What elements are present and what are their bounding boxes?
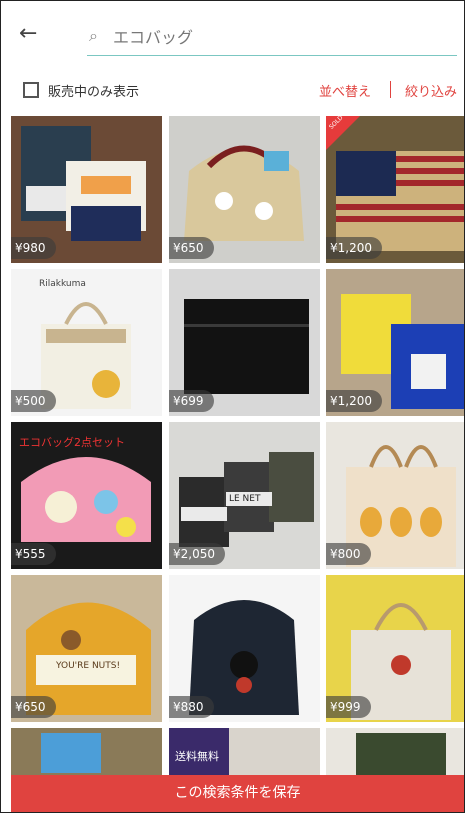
price-label: ¥1,200	[326, 390, 382, 412]
sold-badge: SOLD	[326, 116, 360, 150]
search-icon: ⌕	[89, 26, 98, 45]
search-input[interactable]	[111, 23, 445, 49]
product-tile[interactable]: SOLD ¥1,200	[326, 116, 464, 263]
product-tile[interactable]: ¥1,200	[326, 269, 464, 416]
product-photo-text: YOU'RE NUTS!	[56, 661, 121, 671]
back-arrow-icon[interactable]: ←	[19, 21, 45, 47]
search-bar[interactable]: ⌕	[87, 17, 457, 56]
filter-bar: 販売中のみ表示 並べ替え 絞り込み	[1, 71, 464, 111]
product-tile[interactable]: エコバッグ2点セット ¥555	[11, 422, 162, 569]
product-tile[interactable]: ¥800	[326, 422, 464, 569]
price-label: ¥999	[326, 696, 371, 718]
product-photo	[11, 728, 162, 778]
product-tile[interactable]: YOU'RE NUTS! ¥650	[11, 575, 162, 722]
price-label: ¥1,200	[326, 237, 382, 259]
narrow-filter-button[interactable]: 絞り込み	[405, 81, 457, 100]
price-label: ¥980	[11, 237, 56, 259]
product-tile[interactable]: ¥880	[169, 575, 320, 722]
price-label: ¥555	[11, 543, 56, 565]
product-photo-text: Rilakkuma	[39, 279, 86, 289]
price-label: ¥800	[326, 543, 371, 565]
divider	[390, 81, 391, 98]
product-photo	[326, 728, 464, 778]
price-label: ¥699	[169, 390, 214, 412]
product-photo-text: LE NET	[229, 494, 261, 504]
price-label: ¥880	[169, 696, 214, 718]
app-screen: ← ⌕ 販売中のみ表示 並べ替え 絞り込み ¥980	[0, 0, 465, 813]
product-photo-text: 送料無料	[175, 750, 219, 763]
price-label: ¥500	[11, 390, 56, 412]
on-sale-only-checkbox[interactable]	[23, 82, 39, 98]
product-photo-text: エコバッグ2点セット	[19, 436, 125, 449]
product-tile[interactable]: ¥699	[169, 269, 320, 416]
price-label: ¥650	[169, 237, 214, 259]
product-tile[interactable]	[326, 728, 464, 778]
product-tile[interactable]: ¥650	[169, 116, 320, 263]
top-bar: ← ⌕	[1, 1, 464, 65]
product-tile[interactable]: ¥980	[11, 116, 162, 263]
product-tile[interactable]	[11, 728, 162, 778]
product-tile[interactable]: Rilakkuma ¥500	[11, 269, 162, 416]
save-search-button[interactable]: この検索条件を保存	[11, 775, 464, 812]
sort-button[interactable]: 並べ替え	[319, 81, 371, 100]
price-label: ¥2,050	[169, 543, 225, 565]
on-sale-only-label[interactable]: 販売中のみ表示	[48, 81, 139, 100]
price-label: ¥650	[11, 696, 56, 718]
product-tile[interactable]: ¥999	[326, 575, 464, 722]
product-tile[interactable]: 送料無料	[169, 728, 320, 778]
product-tile[interactable]: LE NET ¥2,050	[169, 422, 320, 569]
